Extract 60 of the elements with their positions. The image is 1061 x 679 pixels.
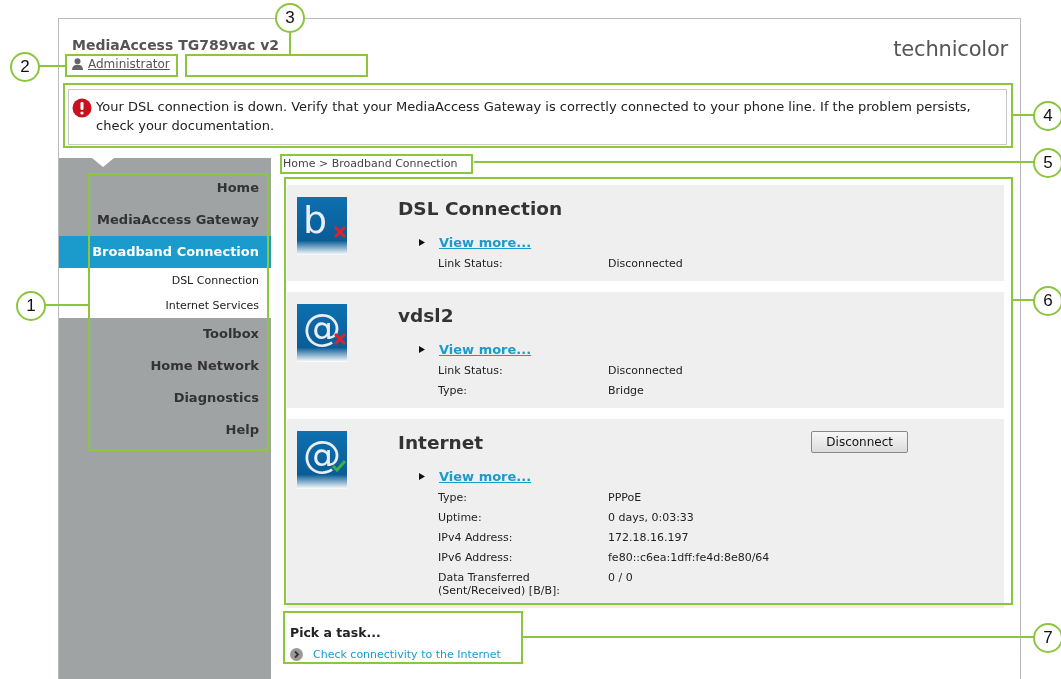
section-title: Internet xyxy=(398,431,484,455)
breadcrumb: Home > Broadband Connection xyxy=(283,157,458,171)
callout-number: 7 xyxy=(1033,623,1061,653)
triangle-icon xyxy=(419,239,425,246)
callout-number: 5 xyxy=(1033,148,1061,178)
alert-message: Your DSL connection is down. Verify that your MediaAccess Gateway is correctly connected to your phone line. If the problem persists, check your documentation. xyxy=(96,98,972,135)
user-link[interactable]: Administrator xyxy=(88,57,170,71)
callout-number: 2 xyxy=(10,52,40,82)
field-value: Disconnected xyxy=(608,364,684,377)
field-value: 0 days, 0:03:33 xyxy=(608,511,695,524)
view-more-link[interactable]: View more... xyxy=(439,469,532,484)
section-title: DSL Connection xyxy=(398,197,563,221)
view-more-link[interactable]: View more... xyxy=(439,342,532,357)
field-value: PPPoE xyxy=(608,491,643,504)
leader-line xyxy=(44,304,88,306)
section-title: vdsl2 xyxy=(398,304,454,328)
callout-number: 6 xyxy=(1033,286,1061,316)
connection-icon: @ xyxy=(297,431,347,489)
nav-subitem[interactable]: Internet Services xyxy=(59,293,271,318)
field-label: IPv4 Address: xyxy=(438,531,514,544)
leader-line xyxy=(289,32,291,54)
callout-number: 4 xyxy=(1033,101,1061,131)
task-link[interactable]: Check connectivity to the Internet xyxy=(313,648,501,661)
page-title: MediaAccess TG789vac v2 xyxy=(72,36,280,55)
callout-number: 3 xyxy=(275,3,305,33)
triangle-icon xyxy=(419,346,425,353)
leader-line xyxy=(1013,299,1034,301)
error-icon xyxy=(72,98,92,118)
nav-item[interactable]: Diagnostics xyxy=(59,382,271,414)
nav-subitem[interactable]: DSL Connection xyxy=(59,268,271,293)
nav-item[interactable]: MediaAccess Gateway xyxy=(59,204,271,236)
connection-icon: b xyxy=(297,197,347,255)
leader-line xyxy=(38,65,65,67)
nav-item[interactable]: Broadband Connection xyxy=(59,236,271,268)
chevron-icon xyxy=(290,648,303,661)
tasks-heading: Pick a task... xyxy=(290,625,381,640)
field-value: 172.18.16.197 xyxy=(608,531,690,544)
nav-item[interactable]: Home Network xyxy=(59,350,271,382)
field-value: Bridge xyxy=(608,384,645,397)
field-label: Uptime: xyxy=(438,511,483,524)
disconnect-button[interactable]: Disconnect xyxy=(811,431,908,453)
brand-logo: technicolor xyxy=(893,37,1008,63)
field-label: Type: xyxy=(438,384,468,397)
field-label: Link Status: xyxy=(438,364,504,377)
connection-icon: @ xyxy=(297,304,347,362)
field-label: Data Transferred (Sent/Received) [B/B]: xyxy=(438,571,561,597)
triangle-icon xyxy=(419,473,425,480)
field-value: 0 / 0 xyxy=(608,571,634,586)
nav-item[interactable]: Help xyxy=(59,414,271,446)
view-more-link[interactable]: View more... xyxy=(439,235,532,250)
field-label: Link Status: xyxy=(438,257,504,270)
user-icon xyxy=(72,58,83,70)
field-label: IPv6 Address: xyxy=(438,551,514,564)
field-value: fe80::c6ea:1dff:fe4d:8e80/64 xyxy=(608,551,771,564)
nav-item[interactable]: Home xyxy=(59,172,271,204)
pointer-notch xyxy=(92,158,114,167)
field-value: Disconnected xyxy=(608,257,684,270)
callout-number: 1 xyxy=(16,291,46,321)
nav-item[interactable]: Toolbox xyxy=(59,318,271,350)
field-label: Type: xyxy=(438,491,468,504)
